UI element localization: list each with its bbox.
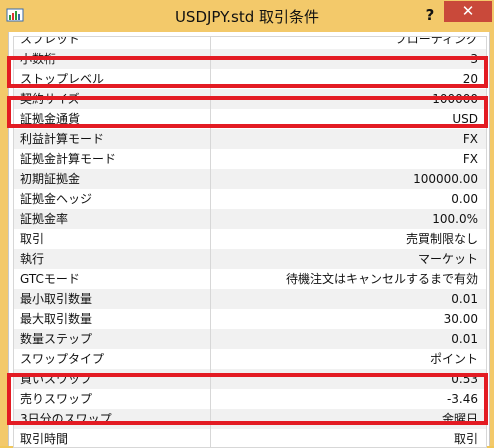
row-key: 小数桁 (14, 49, 211, 69)
table-row: 3日分のスワップ 金曜日 (14, 409, 486, 429)
row-key: 証拠金計算モード (14, 149, 211, 169)
row-key: 執行 (14, 249, 211, 269)
row-value: -3.46 (446, 392, 478, 406)
table-row: 証拠金通貨 USD (14, 109, 486, 129)
row-key: 最小取引数量 (14, 289, 211, 309)
row-key: 売りスワップ (14, 389, 211, 409)
row-value: 30.00 (443, 312, 478, 326)
row-key: スプレッド (14, 37, 211, 49)
row-value: 売買制限なし (405, 232, 478, 246)
row-value: マーケット (417, 252, 478, 266)
table-row: 証拠金計算モード FX (14, 149, 486, 169)
row-key: 初期証拠金 (14, 169, 211, 189)
table-row: 小数桁 3 (14, 49, 486, 69)
row-key: 契約サイズ (14, 89, 211, 109)
row-key: 証拠金ヘッジ (14, 189, 211, 209)
row-key: ストップレベル (14, 69, 211, 89)
row-value: 金曜日 (441, 412, 478, 426)
table-row: 売りスワップ -3.46 (14, 389, 486, 409)
table-row: 執行 マーケット (14, 249, 486, 269)
title-bar[interactable]: USDJPY.std 取引条件 ? ✕ (0, 0, 494, 32)
table-row: スプレッド フローティング (14, 36, 486, 49)
row-value: フローティング (394, 36, 478, 46)
conditions-table[interactable]: スプレッド フローティング 小数桁 3 ストップレベル 20 契約サイズ 100… (13, 36, 487, 448)
row-value: 3 (470, 52, 478, 66)
row-value: 待機注文はキャンセルするまで有効 (285, 272, 478, 286)
row-key: 取引時間 (14, 429, 211, 447)
row-value: 100000 (432, 92, 478, 106)
table-row: GTCモード 待機注文はキャンセルするまで有効 (14, 269, 486, 289)
table-row: スワップタイプ ポイント (14, 349, 486, 369)
row-key: 取引 (14, 229, 211, 249)
row-value: 20 (462, 72, 478, 86)
table-row: 証拠金ヘッジ 0.00 (14, 189, 486, 209)
table-row: 最大取引数量 30.00 (14, 309, 486, 329)
table-row: 初期証拠金 100000.00 (14, 169, 486, 189)
row-value: 100000.00 (413, 172, 478, 186)
table-row: 買いスワップ 0.53 (14, 369, 486, 389)
row-value: 0.01 (451, 332, 478, 346)
table-row: 数量ステップ 0.01 (14, 329, 486, 349)
row-value: USD (452, 112, 478, 126)
row-value: 取引 (453, 432, 478, 446)
row-value: 100.0% (432, 212, 478, 226)
row-value: ポイント (429, 352, 478, 366)
row-key: スワップタイプ (14, 349, 211, 369)
row-key: 3日分のスワップ (14, 409, 211, 429)
row-key: 証拠金率 (14, 209, 211, 229)
dialog-window: USDJPY.std 取引条件 ? ✕ スプレッド フローティング 小数桁 3 … (0, 0, 494, 448)
row-value: 0.01 (451, 292, 478, 306)
table-row: 証拠金率 100.0% (14, 209, 486, 229)
help-button[interactable]: ? (416, 4, 444, 26)
row-key: 買いスワップ (14, 369, 211, 389)
row-key: 利益計算モード (14, 129, 211, 149)
table-row: 取引 売買制限なし (14, 229, 486, 249)
table-row: 契約サイズ 100000 (14, 89, 486, 109)
row-key: 数量ステップ (14, 329, 211, 349)
row-key: GTCモード (14, 269, 211, 289)
table-row: 取引時間 取引 (14, 429, 486, 447)
row-value: 0.00 (451, 192, 478, 206)
row-key: 最大取引数量 (14, 309, 211, 329)
table-row: 最小取引数量 0.01 (14, 289, 486, 309)
row-value: FX (462, 152, 478, 166)
row-value: FX (462, 132, 478, 146)
close-button[interactable]: ✕ (444, 1, 492, 22)
row-value: 0.53 (451, 372, 478, 386)
content-area: スプレッド フローティング 小数桁 3 ストップレベル 20 契約サイズ 100… (8, 32, 490, 448)
row-key: 証拠金通貨 (14, 109, 211, 129)
table-row: ストップレベル 20 (14, 69, 486, 89)
table-row: 利益計算モード FX (14, 129, 486, 149)
